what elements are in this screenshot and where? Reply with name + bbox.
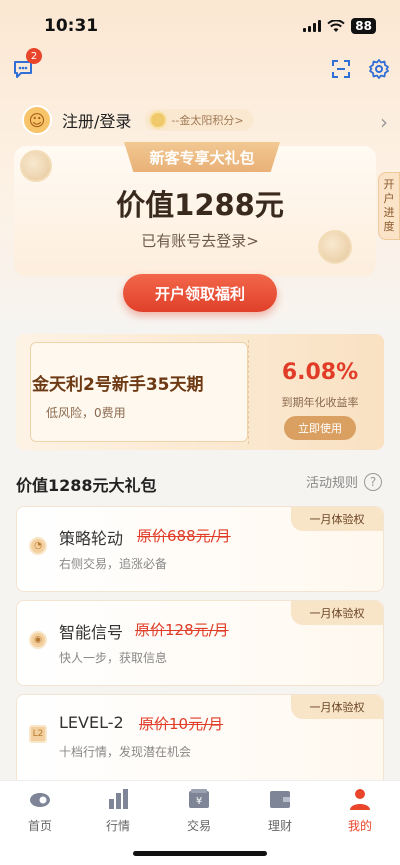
status-time: 10:31 [44,16,99,36]
existing-account-login-link[interactable]: 已有账号去登录> [0,230,400,251]
benefit-description: 右侧交易，追涨必备 [59,557,168,571]
question-icon: ? [364,472,382,491]
account-progress-tab[interactable]: 开户进度 [378,172,400,240]
benefit-name: 策略轮动 [59,529,124,548]
trade-icon: ¥ [189,789,209,808]
tab-trade[interactable]: ¥ 交易 [169,787,229,839]
chevron-right-icon[interactable]: › [380,110,388,134]
status-icons: 88 [303,18,376,34]
profile-icon [350,789,370,810]
coupon-rate: 6.08% [281,360,359,385]
open-account-button[interactable]: 开户领取福利 [123,274,277,312]
tab-label: 首页 [27,819,52,833]
top-bar: 2 [0,48,400,88]
tab-profile[interactable]: 我的 [330,787,390,839]
benefit-tag: 一月体验权 [291,601,383,625]
use-now-button[interactable]: 立即使用 [284,416,356,440]
tab-label: 交易 [186,819,211,833]
benefit-tag: 一月体验权 [291,507,383,531]
home-indicator [133,851,267,856]
benefit-original-price: 原价128元/月 [135,621,229,639]
strategy-icon: ◔ [29,537,47,555]
status-bar: 10:31 88 [0,0,400,52]
benefit-card[interactable]: 一月体验权 ◔ 策略轮动 原价688元/月 右侧交易，追涨必备 [16,506,384,592]
battery-indicator: 88 [351,18,376,34]
tab-label: 理财 [267,819,292,833]
activity-rules-label: 活动规则 [305,476,358,491]
benefit-card[interactable]: 一月体验权 ◉ 智能信号 原价128元/月 快人一步，获取信息 [16,600,384,686]
tab-label: 我的 [347,819,372,833]
tab-label: 行情 [105,819,130,833]
chart-icon [109,789,128,809]
tab-home[interactable]: 首页 [10,787,70,839]
gear-icon [369,59,389,79]
benefit-original-price: 原价688元/月 [137,527,231,545]
benefit-card[interactable]: 一月体验权 L2 LEVEL-2 原价10元/月 十档行情，发现潜在机会 [16,694,384,786]
coupon-title: 金天利2号新手35天期 [32,375,204,395]
gift-value: 价值1288元 [116,188,284,222]
login-link[interactable]: 注册/登录 [62,108,131,132]
points-label: --金太阳积分> [171,114,244,127]
coin-decoration-icon [20,150,52,182]
benefit-name: LEVEL-2 [59,713,124,732]
tab-market[interactable]: 行情 [88,787,148,839]
home-icon [30,793,50,807]
message-button[interactable]: 2 [10,48,42,82]
points-pill[interactable]: --金太阳积分> [145,109,254,131]
benefit-name: 智能信号 [59,623,124,642]
scan-icon [332,60,350,78]
benefit-original-price: 原价10元/月 [139,715,224,733]
coupon-divider [248,340,249,444]
benefit-description: 十档行情，发现潜在机会 [59,745,192,759]
wifi-icon [327,19,345,32]
benefit-description: 快人一步，获取信息 [59,651,168,665]
signal-icon: ◉ [29,631,47,649]
user-row[interactable]: ☺ 注册/登录 --金太阳积分> › [22,104,392,136]
coupon-rate-label: 到期年化收益率 [281,396,359,409]
avatar[interactable]: ☺ [22,105,52,135]
level2-icon: L2 [29,725,47,743]
gift-ribbon: 新客专享大礼包 [124,142,280,172]
wallet-icon [270,791,290,808]
cellular-signal-icon [303,20,322,32]
settings-button[interactable] [366,56,392,82]
svg-text:¥: ¥ [196,796,202,807]
benefit-tag: 一月体验权 [291,695,383,719]
scan-button[interactable] [328,56,354,82]
message-badge: 2 [26,48,42,64]
section-title: 价值1288元大礼包 [16,476,157,495]
coupon-subtitle: 低风险，0费用 [46,406,126,420]
coin-icon [149,111,168,129]
tab-wealth[interactable]: 理财 [250,787,310,839]
activity-rules-link[interactable]: 活动规则 ? [306,472,382,491]
